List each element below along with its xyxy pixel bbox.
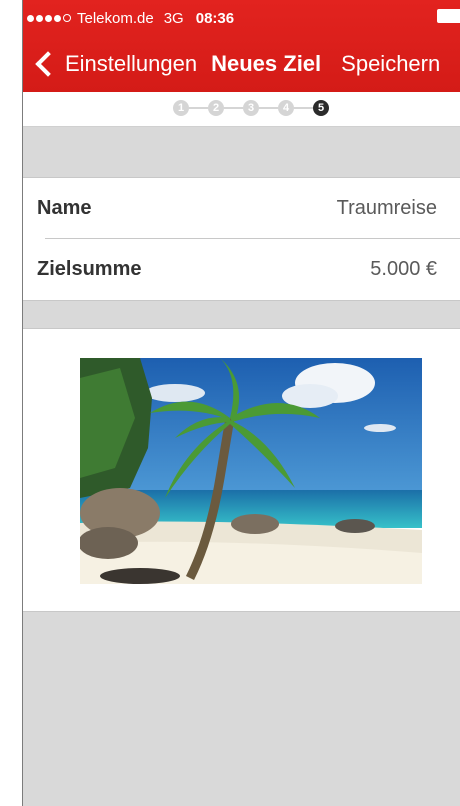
- step-4: 4: [278, 100, 294, 116]
- chevron-left-icon: [35, 51, 61, 77]
- target-amount-label: Zielsumme: [37, 257, 142, 280]
- step-indicator: 1 2 3 4 5: [23, 92, 460, 127]
- step-2: 2: [208, 100, 224, 116]
- step-indicator-track: 1 2 3 4 5: [173, 100, 329, 116]
- network-type: 3G: [163, 9, 184, 27]
- step-connector: [259, 107, 278, 109]
- status-bar: Telekom.de 3G 08:36: [23, 0, 460, 36]
- back-button-label: Einstellungen: [65, 51, 198, 76]
- signal-dot: [45, 14, 52, 22]
- name-label: Name: [37, 196, 92, 219]
- signal-dot: [36, 14, 43, 22]
- step-5-active: 5: [313, 100, 329, 116]
- step-3: 3: [243, 100, 259, 116]
- name-value[interactable]: Traumreise: [337, 197, 437, 220]
- goal-form: Name Traumreise Zielsumme 5.000 €: [23, 177, 460, 301]
- goal-photo-beach-palm[interactable]: [80, 358, 422, 584]
- save-button[interactable]: Speichern: [341, 51, 440, 77]
- navigation-bar: Einstellungen Neues Ziel Speichern: [23, 36, 460, 92]
- signal-dot: [54, 14, 61, 22]
- page-title: Neues Ziel: [211, 51, 322, 76]
- name-row[interactable]: Name Traumreise: [23, 178, 460, 238]
- target-amount-row[interactable]: Zielsumme 5.000 €: [23, 239, 460, 299]
- signal-dot: [27, 14, 34, 22]
- goal-image-section: [23, 328, 460, 612]
- app-frame: Telekom.de 3G 08:36 Einstellungen Neues …: [0, 0, 460, 806]
- phone-screen: Telekom.de 3G 08:36 Einstellungen Neues …: [22, 0, 460, 806]
- header: Telekom.de 3G 08:36 Einstellungen Neues …: [23, 0, 460, 92]
- target-amount-value[interactable]: 5.000 €: [370, 258, 437, 281]
- signal-dot-empty: [63, 14, 71, 22]
- step-1: 1: [173, 100, 189, 116]
- step-connector: [224, 107, 243, 109]
- status-time: 08:36: [195, 9, 235, 27]
- back-button[interactable]: Einstellungen: [23, 51, 197, 77]
- step-connector: [189, 107, 208, 109]
- carrier-name: Telekom.de: [77, 9, 154, 27]
- left-margin: [0, 0, 22, 806]
- battery-icon: [437, 9, 460, 23]
- signal-strength-icon: [27, 14, 73, 22]
- step-connector: [294, 107, 313, 109]
